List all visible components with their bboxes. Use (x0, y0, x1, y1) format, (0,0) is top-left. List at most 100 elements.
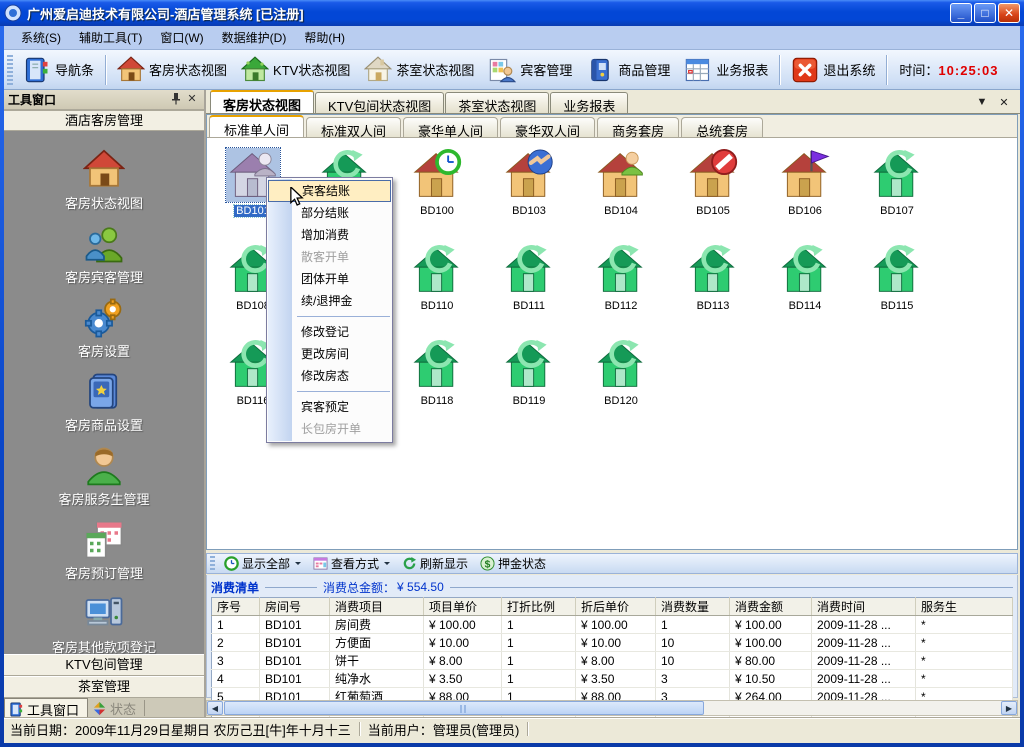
panel-button-label: 押金状态 (498, 555, 546, 572)
sidebar-item-客房商品设置[interactable]: 客房商品设置 (4, 365, 204, 439)
room-BD115[interactable]: BD115 (851, 243, 943, 335)
room-house-icon-guest (594, 148, 648, 202)
room-label: BD103 (510, 205, 548, 217)
menubar-item[interactable]: 数据维护(D) (213, 26, 296, 49)
room-type-tab-豪华单人间[interactable]: 豪华单人间 (403, 117, 498, 137)
close-button[interactable]: ✕ (998, 3, 1020, 23)
room-BD110[interactable]: BD110 (391, 243, 483, 335)
column-header-序号[interactable]: 序号 (212, 598, 260, 616)
tab-status[interactable]: 状态 (88, 698, 144, 718)
sidebar-item-客房其他款项登记[interactable]: 客房其他款项登记 (4, 587, 204, 654)
navigator-icon (23, 56, 51, 84)
room-label: BD112 (603, 300, 640, 312)
maximize-button[interactable]: □ (974, 3, 996, 23)
room-BD119[interactable]: BD119 (483, 338, 575, 430)
room-status-view: 标准单人间标准双人间豪华单人间豪华双人间商务套房总统套房 BD101 BD102… (206, 114, 1018, 550)
room-BD104[interactable]: BD104 (575, 148, 667, 240)
room-type-tab-豪华双人间[interactable]: 豪华双人间 (500, 117, 595, 137)
toolbar-grip[interactable] (210, 556, 215, 571)
room-BD107[interactable]: BD107 (851, 148, 943, 240)
context-menu-item-团体开单[interactable]: 团体开单 (267, 268, 392, 290)
column-header-服务生[interactable]: 服务生 (916, 598, 1013, 616)
sidebar-item-客房设置[interactable]: 客房设置 (4, 291, 204, 365)
tab-KTV包间状态视图[interactable]: KTV包间状态视图 (315, 92, 444, 113)
tab-业务报表[interactable]: 业务报表 (550, 92, 628, 113)
room-BD100[interactable]: BD100 (391, 148, 483, 240)
room-BD112[interactable]: BD112 (575, 243, 667, 335)
menubar-item[interactable]: 窗口(W) (151, 26, 212, 49)
table-row[interactable]: 4BD101纯净水¥ 3.501¥ 3.503¥ 10.502009-11-28… (212, 670, 1013, 688)
tab-茶室状态视图[interactable]: 茶室状态视图 (445, 92, 549, 113)
tab-客房状态视图[interactable]: 客房状态视图 (210, 90, 314, 113)
toolbar-button-商品管理[interactable]: 商品管理 (579, 52, 677, 88)
sidebar-section-header[interactable]: 酒店客房管理 (4, 110, 204, 131)
context-menu-item-部分结账[interactable]: 部分结账 (267, 202, 392, 224)
context-menu-item-续/退押金[interactable]: 续/退押金 (267, 290, 392, 312)
tab-dropdown-icon[interactable]: ▼ (974, 96, 990, 109)
scrollbar-thumb[interactable] (224, 701, 704, 715)
context-menu-item-长包房开单: 长包房开单 (267, 418, 392, 440)
room-BD118[interactable]: BD118 (391, 338, 483, 430)
tab-tool-window[interactable]: 工具窗口 (4, 698, 88, 718)
room-BD114[interactable]: BD114 (759, 243, 851, 335)
menubar-item[interactable]: 系统(S) (12, 26, 70, 49)
room-type-tab-标准单人间[interactable]: 标准单人间 (209, 115, 304, 137)
room-BD113[interactable]: BD113 (667, 243, 759, 335)
time-value: 10:25:03 (938, 63, 998, 78)
column-header-消费项目[interactable]: 消费项目 (330, 598, 424, 616)
toolbar-button-宾客管理[interactable]: 宾客管理 (481, 52, 579, 88)
sidebar-close-icon[interactable]: ✕ (184, 93, 200, 107)
room-BD103[interactable]: BD103 (483, 148, 575, 240)
exit-system-button[interactable]: 退出系统 (784, 52, 882, 88)
scroll-right-icon[interactable]: ▶ (1001, 701, 1017, 715)
column-header-房间号[interactable]: 房间号 (260, 598, 330, 616)
sidebar-group-ktv[interactable]: KTV包间管理 (4, 654, 204, 676)
panel-button-押金状态[interactable]: $押金状态 (474, 554, 552, 573)
pin-icon[interactable] (168, 93, 184, 107)
sidebar-group-tea[interactable]: 茶室管理 (4, 676, 204, 698)
context-menu-item-更改房间[interactable]: 更改房间 (267, 343, 392, 365)
room-type-tab-商务套房[interactable]: 商务套房 (597, 117, 679, 137)
column-header-消费数量[interactable]: 消费数量 (656, 598, 730, 616)
toolbar-button-KTV状态视图[interactable]: KTV状态视图 (234, 52, 357, 88)
menubar-item[interactable]: 帮助(H) (295, 26, 354, 49)
scroll-left-icon[interactable]: ◀ (207, 701, 223, 715)
sidebar-item-客房状态视图[interactable]: 客房状态视图 (4, 143, 204, 217)
room-BD106[interactable]: BD106 (759, 148, 851, 240)
context-menu-item-宾客结账[interactable]: 宾客结账 (268, 180, 391, 202)
sidebar-item-客房宾客管理[interactable]: 客房宾客管理 (4, 217, 204, 291)
context-menu-item-修改房态[interactable]: 修改房态 (267, 365, 392, 387)
context-menu-item-修改登记[interactable]: 修改登记 (267, 321, 392, 343)
panel-button-刷新显示[interactable]: 刷新显示 (396, 554, 474, 573)
context-menu: 宾客结账部分结账增加消费散客开单团体开单续/退押金修改登记更改房间修改房态宾客预… (266, 177, 393, 443)
column-header-消费金额[interactable]: 消费金额 (730, 598, 812, 616)
sidebar-item-客房预订管理[interactable]: 客房预订管理 (4, 513, 204, 587)
toolbar-grip[interactable] (7, 55, 13, 85)
panel-button-显示全部[interactable]: 显示全部 (218, 554, 307, 573)
sidebar-item-客房服务生管理[interactable]: 客房服务生管理 (4, 439, 204, 513)
panel-button-查看方式[interactable]: 查看方式 (307, 554, 396, 573)
room-BD105[interactable]: BD105 (667, 148, 759, 240)
column-header-打折比例[interactable]: 打折比例 (502, 598, 576, 616)
room-BD111[interactable]: BD111 (483, 243, 575, 335)
column-header-项目单价[interactable]: 项目单价 (424, 598, 502, 616)
room-BD120[interactable]: BD120 (575, 338, 667, 430)
table-row[interactable]: 1BD101房间费¥ 100.001¥ 100.001¥ 100.002009-… (212, 616, 1013, 634)
tab-close-icon[interactable]: ✕ (996, 96, 1012, 109)
dropdown-arrow-icon (295, 562, 301, 568)
context-menu-item-增加消费[interactable]: 增加消费 (267, 224, 392, 246)
toolbar-button-导航条[interactable]: 导航条 (16, 52, 101, 88)
toolbar-button-客房状态视图[interactable]: 客房状态视图 (110, 52, 234, 88)
menubar-item[interactable]: 辅助工具(T) (70, 26, 151, 49)
column-header-折后单价[interactable]: 折后单价 (576, 598, 656, 616)
room-type-tab-标准双人间[interactable]: 标准双人间 (306, 117, 401, 137)
table-row[interactable]: 3BD101饼干¥ 8.001¥ 8.0010¥ 80.002009-11-28… (212, 652, 1013, 670)
divider (527, 722, 528, 736)
minimize-button[interactable]: _ (950, 3, 972, 23)
context-menu-item-宾客预定[interactable]: 宾客预定 (267, 396, 392, 418)
room-type-tab-总统套房[interactable]: 总统套房 (681, 117, 763, 137)
toolbar-button-业务报表[interactable]: 业务报表 (677, 52, 775, 88)
column-header-消费时间[interactable]: 消费时间 (812, 598, 916, 616)
table-row[interactable]: 2BD101方便面¥ 10.001¥ 10.0010¥ 100.002009-1… (212, 634, 1013, 652)
toolbar-button-茶室状态视图[interactable]: 茶室状态视图 (357, 52, 481, 88)
